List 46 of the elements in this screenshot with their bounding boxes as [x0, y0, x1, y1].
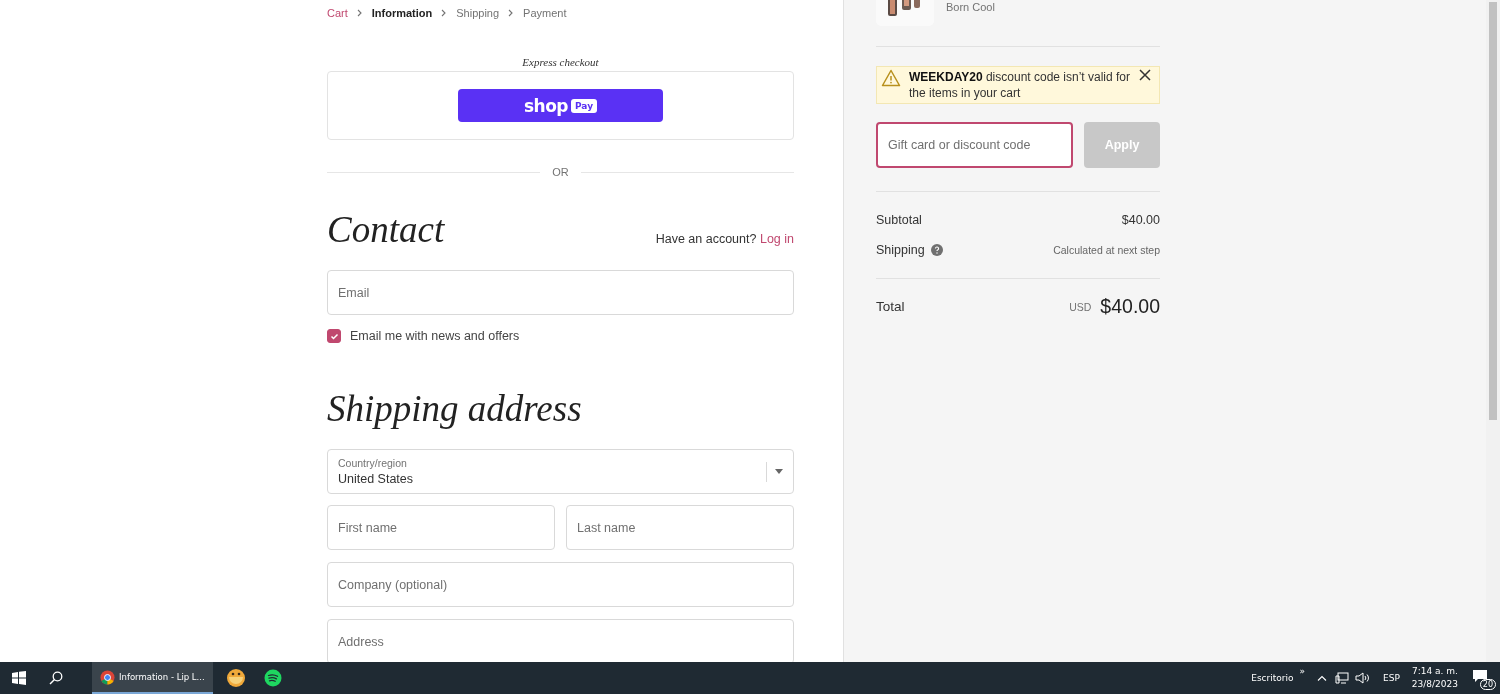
- breadcrumb-item: Shipping: [456, 7, 500, 19]
- shipping-address-heading: Shipping address: [327, 387, 582, 431]
- newsletter-label: Email me with news and offers: [350, 329, 520, 343]
- summary-label: Shipping: [876, 243, 925, 257]
- network-icon[interactable]: [1335, 672, 1349, 684]
- total-label: Total: [876, 299, 905, 314]
- address-field[interactable]: Last name: [566, 505, 794, 550]
- contact-heading: Contact: [327, 208, 445, 252]
- toolbar-overflow-label[interactable]: »: [1299, 666, 1305, 676]
- address-field[interactable]: First name: [327, 505, 555, 550]
- breadcrumb-item[interactable]: Cart: [327, 7, 348, 19]
- express-checkout-title: Express checkout: [521, 56, 600, 70]
- desktop-toolbar-label[interactable]: Escritorio: [1251, 673, 1294, 683]
- login-link[interactable]: Log in: [759, 232, 794, 246]
- shop-pay-button[interactable]: shop Pay: [458, 89, 663, 122]
- email-field[interactable]: Email: [327, 270, 794, 315]
- close-button[interactable]: [1139, 69, 1153, 83]
- chevron-up-icon[interactable]: [1317, 675, 1327, 681]
- address-field[interactable]: Company (optional): [327, 562, 794, 607]
- warning-icon: [881, 69, 901, 87]
- breadcrumb-item: Payment: [523, 7, 567, 19]
- summary-value: Calculated at next step: [1053, 244, 1160, 256]
- total-amount: $40.00: [1100, 295, 1160, 318]
- breadcrumb-item: Information: [371, 7, 433, 19]
- or-divider-label: OR: [552, 166, 569, 178]
- language-indicator[interactable]: ESP: [1383, 673, 1400, 683]
- notification-button[interactable]: 20: [1470, 666, 1496, 690]
- product-variant: Born Cool: [946, 1, 995, 15]
- address-field[interactable]: Address: [327, 619, 794, 662]
- country-select[interactable]: Country/region United States: [327, 449, 794, 494]
- browser-icon: [100, 669, 115, 685]
- scrollbar[interactable]: [1486, 0, 1500, 662]
- taskbar-window-button[interactable]: Information - Lip L...: [92, 662, 213, 694]
- newsletter-checkbox[interactable]: [327, 329, 341, 343]
- summary-label: Subtotal: [876, 213, 922, 227]
- alert-message: WEEKDAY20 discount code isn’t valid for the items in your cart: [909, 69, 1131, 101]
- checkmark-icon: [329, 331, 339, 341]
- chevron-icon: [355, 9, 364, 17]
- dropdown-caret-icon: [775, 469, 783, 474]
- discount-code-field[interactable]: Gift card or discount code: [876, 122, 1073, 168]
- speaker-icon[interactable]: [1355, 672, 1371, 684]
- account-prompt: Have an account? Log in: [655, 232, 794, 246]
- clock[interactable]: 7:14 a. m. 23/8/2023: [1411, 665, 1458, 691]
- summary-value: $40.00: [1121, 213, 1160, 227]
- currency-code: USD: [1069, 300, 1092, 313]
- help-icon[interactable]: [930, 244, 943, 256]
